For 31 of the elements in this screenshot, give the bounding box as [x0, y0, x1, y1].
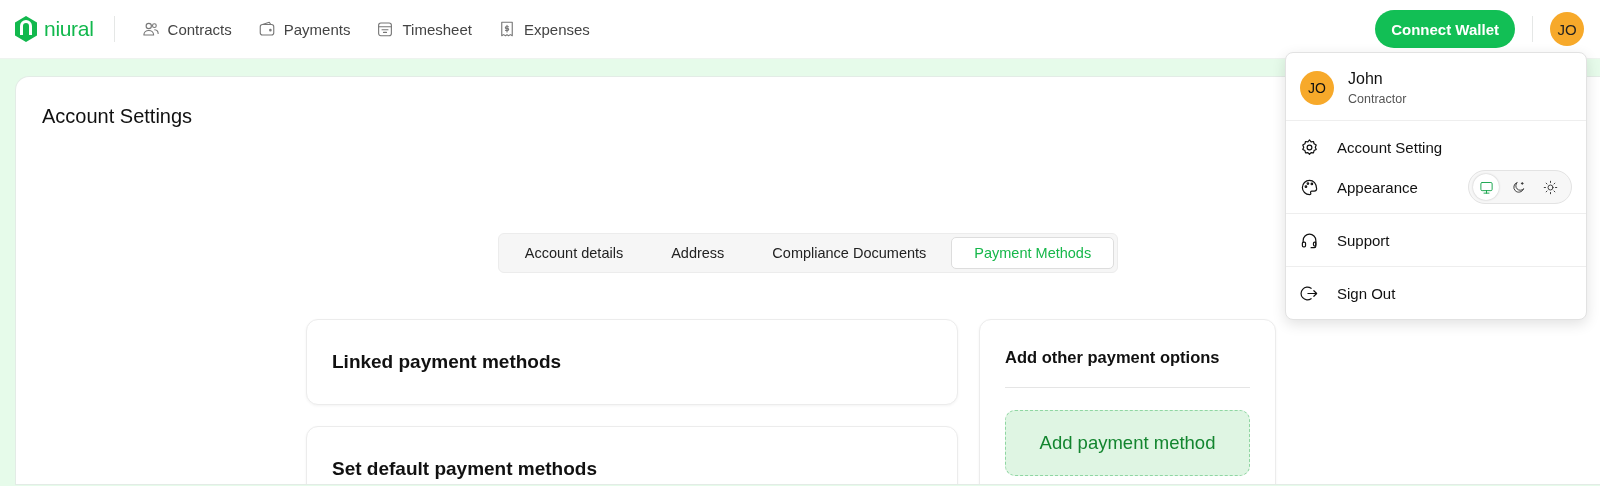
nav-link[interactable]: Expenses	[497, 20, 590, 38]
card-title: Linked payment methods	[332, 351, 562, 373]
people-icon	[141, 20, 160, 38]
user-role: Contractor	[1348, 92, 1407, 106]
menu-item[interactable]: Appearance	[1337, 178, 1418, 196]
avatar: JO	[1300, 71, 1334, 105]
logo-text: niural	[44, 17, 94, 41]
card-title: Add other payment options	[1005, 348, 1250, 388]
logo-icon	[14, 16, 38, 42]
menu-item[interactable]: Account Setting	[1337, 138, 1443, 156]
user-name: John	[1348, 70, 1384, 88]
tab[interactable]: Account details	[501, 237, 647, 269]
page-title: Account Settings	[42, 105, 194, 128]
monitor-icon	[1478, 179, 1494, 195]
avatar[interactable]: JO	[1550, 12, 1584, 46]
calendar-icon	[376, 20, 395, 38]
add-payment-method-button[interactable]: Add payment method	[1005, 410, 1250, 476]
nav-link[interactable]: Contracts	[141, 20, 232, 38]
settings-icon	[1300, 137, 1319, 157]
card-title: Set default payment methods	[332, 458, 597, 480]
sun-icon	[1542, 179, 1558, 195]
nav-link[interactable]: Payments	[257, 20, 351, 38]
palette-icon	[1300, 177, 1319, 197]
moon-icon	[1510, 179, 1526, 195]
nav-link[interactable]: Timesheet	[376, 20, 472, 38]
tab[interactable]: Compliance Documents	[749, 237, 950, 269]
monitor-mode-button[interactable]	[1473, 174, 1499, 200]
tab[interactable]: Address	[648, 237, 748, 269]
menu-item[interactable]: Support	[1337, 231, 1390, 249]
wallet-icon	[257, 20, 276, 38]
menu-item[interactable]: Sign Out	[1337, 284, 1396, 302]
